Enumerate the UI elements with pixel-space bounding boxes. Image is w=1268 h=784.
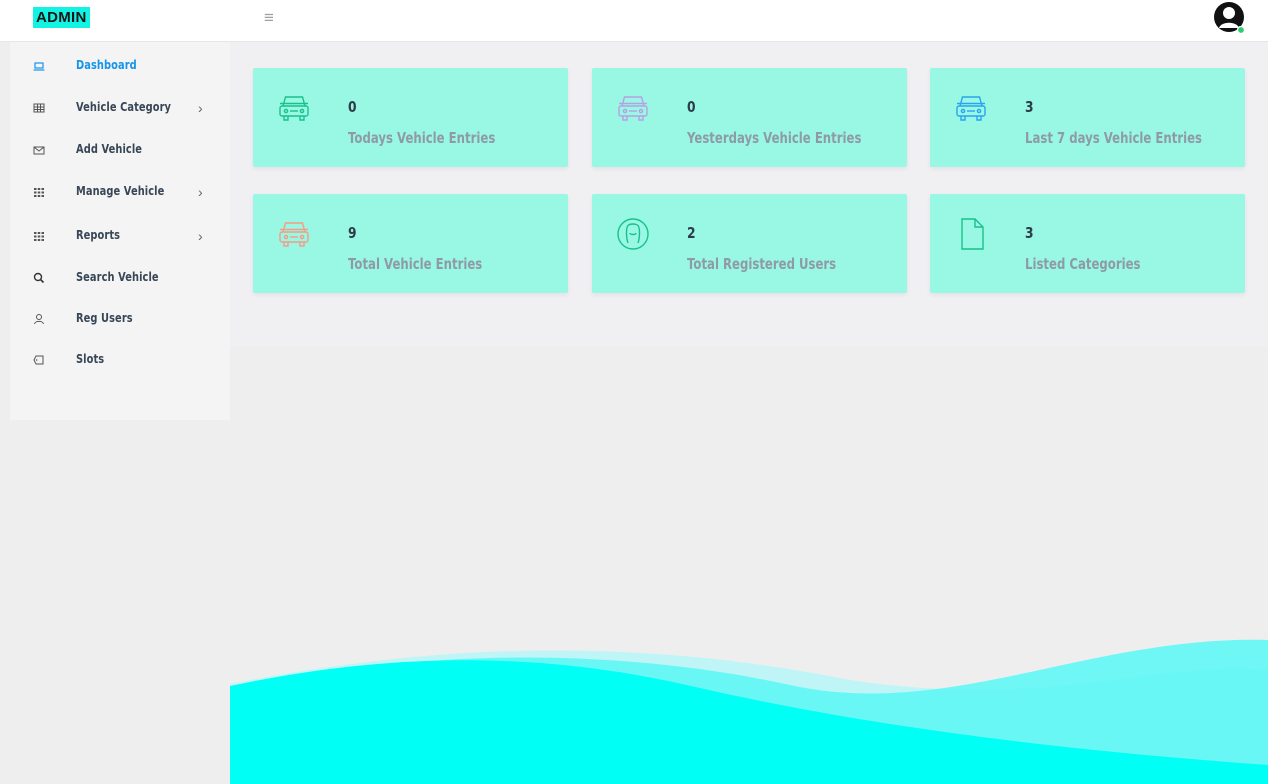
grid-icon xyxy=(32,230,46,244)
sidebar-item-slots[interactable]: Slots xyxy=(10,348,230,378)
laptop-icon xyxy=(32,60,46,74)
table-icon xyxy=(32,102,46,116)
top-bar: ADMIN ≡ xyxy=(0,0,1268,42)
sidebar-item-label: Vehicle Category xyxy=(76,100,172,114)
stat-label: Total Registered Users xyxy=(687,255,837,273)
sidebar-item-add-vehicle[interactable]: Add Vehicle xyxy=(10,138,230,168)
user-avatar-icon[interactable] xyxy=(1213,0,1247,36)
user-icon xyxy=(32,313,46,327)
sidebar-item-vehicle-category[interactable]: Vehicle Category › xyxy=(10,96,230,126)
stat-card-total-entries[interactable]: 9 Total Vehicle Entries xyxy=(253,194,568,293)
car-icon xyxy=(615,90,651,126)
sidebar-item-label: Reports xyxy=(76,228,121,242)
stat-value: 0 xyxy=(687,98,696,116)
stat-label: Listed Categories xyxy=(1025,255,1141,273)
chevron-right-icon: › xyxy=(198,100,203,116)
car-icon xyxy=(276,90,312,126)
tag-icon xyxy=(32,354,46,368)
car-icon xyxy=(276,216,312,252)
stat-value: 3 xyxy=(1025,224,1034,242)
stat-label: Total Vehicle Entries xyxy=(348,255,483,273)
sidebar-item-label: Search Vehicle xyxy=(76,270,159,284)
chevron-right-icon: › xyxy=(198,228,203,244)
chevron-right-icon: › xyxy=(198,184,203,200)
user-circle-icon xyxy=(615,216,651,252)
stat-value: 9 xyxy=(348,224,357,242)
sidebar-item-search-vehicle[interactable]: Search Vehicle xyxy=(10,266,230,296)
stat-label: Yesterdays Vehicle Entries xyxy=(687,129,862,147)
brand-logo[interactable]: ADMIN xyxy=(33,7,90,28)
sidebar-item-label: Slots xyxy=(76,352,105,366)
grid-icon xyxy=(32,186,46,200)
sidebar-item-reports[interactable]: Reports › xyxy=(10,224,230,254)
sidebar-item-label: Reg Users xyxy=(76,311,133,325)
stat-label: Todays Vehicle Entries xyxy=(348,129,496,147)
sidebar-item-label: Add Vehicle xyxy=(76,142,143,156)
stat-value: 3 xyxy=(1025,98,1034,116)
stat-card-yesterdays-entries[interactable]: 0 Yesterdays Vehicle Entries xyxy=(592,68,907,167)
stat-value: 0 xyxy=(348,98,357,116)
stat-value: 2 xyxy=(687,224,696,242)
sidebar: Dashboard Vehicle Category › Add Vehicle… xyxy=(10,42,230,420)
stat-label: Last 7 days Vehicle Entries xyxy=(1025,129,1203,147)
sidebar-item-label: Dashboard xyxy=(76,58,137,72)
search-icon xyxy=(32,272,46,286)
wave-background xyxy=(230,600,1268,784)
stat-card-todays-entries[interactable]: 0 Todays Vehicle Entries xyxy=(253,68,568,167)
stat-card-last-7-days-entries[interactable]: 3 Last 7 days Vehicle Entries xyxy=(930,68,1245,167)
stat-card-listed-categories[interactable]: 3 Listed Categories xyxy=(930,194,1245,293)
file-icon xyxy=(953,216,989,252)
sidebar-item-dashboard[interactable]: Dashboard xyxy=(10,54,230,84)
dashboard-content: 0 Todays Vehicle Entries 0 Yesterdays Ve… xyxy=(230,42,1268,347)
stat-card-registered-users[interactable]: 2 Total Registered Users xyxy=(592,194,907,293)
hamburger-icon[interactable]: ≡ xyxy=(264,8,274,28)
sidebar-item-manage-vehicle[interactable]: Manage Vehicle › xyxy=(10,180,230,210)
sidebar-item-label: Manage Vehicle xyxy=(76,184,165,198)
sidebar-item-reg-users[interactable]: Reg Users xyxy=(10,307,230,337)
car-icon xyxy=(953,90,989,126)
envelope-icon xyxy=(32,144,46,158)
